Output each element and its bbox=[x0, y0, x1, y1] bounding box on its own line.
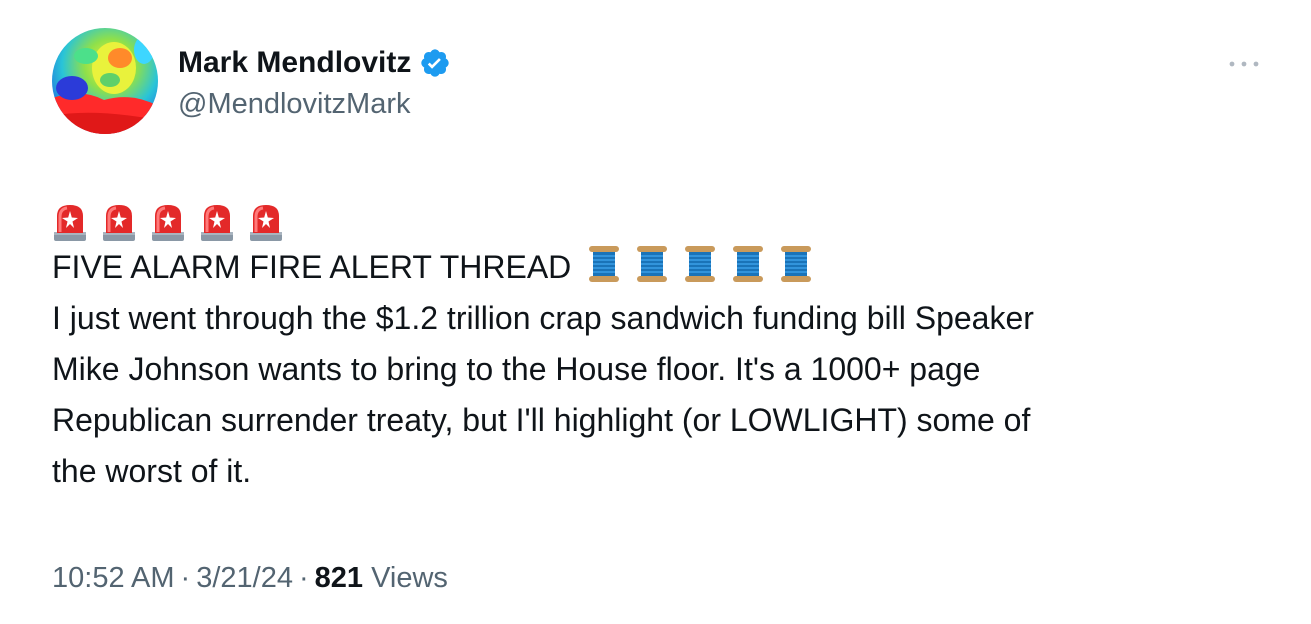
author-name-row[interactable]: Mark Mendlovitz bbox=[178, 44, 451, 82]
thread-spool-emoji bbox=[733, 246, 764, 282]
avatar[interactable] bbox=[52, 28, 158, 134]
tweet-text-line: the worst of it. bbox=[52, 453, 252, 489]
siren-emoji-row bbox=[52, 196, 1272, 242]
tweet-headline-line: FIVE ALARM FIRE ALERT THREAD bbox=[52, 242, 1272, 293]
tweet-time[interactable]: 10:52 AM bbox=[52, 562, 175, 594]
tweet-text: FIVE ALARM FIRE ALERT THREAD I just went… bbox=[52, 196, 1272, 497]
views-label[interactable]: Views bbox=[371, 562, 448, 594]
siren-emoji bbox=[152, 205, 184, 241]
tweet-date[interactable]: 3/21/24 bbox=[196, 562, 293, 594]
more-options-icon[interactable] bbox=[1224, 52, 1264, 76]
tweet-text-line: I just went through the $1.2 trillion cr… bbox=[52, 300, 1034, 336]
verified-badge-icon bbox=[421, 49, 450, 77]
thread-spool-emoji bbox=[637, 246, 668, 282]
siren-emoji bbox=[250, 205, 282, 241]
siren-emoji bbox=[201, 205, 233, 241]
tweet-headline: FIVE ALARM FIRE ALERT THREAD bbox=[52, 249, 572, 285]
author-name[interactable]: Mark Mendlovitz bbox=[178, 44, 411, 82]
siren-emoji bbox=[103, 205, 135, 241]
author-handle[interactable]: @MendlovitzMark bbox=[178, 86, 411, 122]
tweet-text-line: Mike Johnson wants to bring to the House… bbox=[52, 351, 981, 387]
thread-spool-emoji bbox=[781, 246, 812, 282]
tweet-meta: 10:52 AM · 3/21/24 · 821 Views bbox=[52, 558, 448, 598]
tweet-card: Mark Mendlovitz @MendlovitzMark FIVE ALA… bbox=[0, 0, 1311, 624]
tweet-text-line: Republican surrender treaty, but I'll hi… bbox=[52, 402, 1031, 438]
thread-spool-emoji bbox=[589, 246, 620, 282]
avatar-image bbox=[52, 28, 158, 134]
views-count[interactable]: 821 bbox=[315, 562, 363, 594]
meta-separator: · bbox=[180, 562, 191, 594]
meta-separator: · bbox=[298, 562, 309, 594]
thread-spool-emoji bbox=[685, 246, 716, 282]
siren-emoji bbox=[54, 205, 86, 241]
